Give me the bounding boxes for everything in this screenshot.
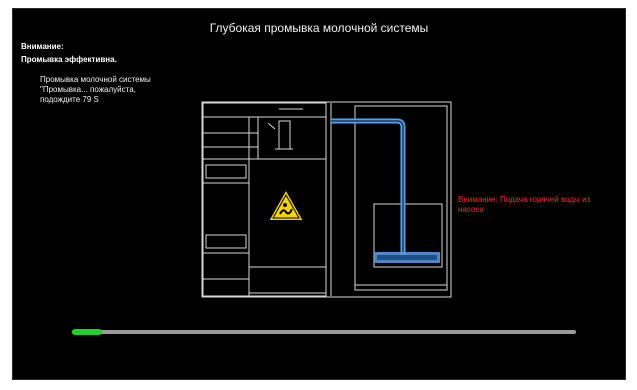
- milk-tube: [331, 118, 440, 263]
- hot-surface-warning-icon: [266, 186, 306, 222]
- progress-bar: [72, 329, 576, 335]
- warning-message: Внимание: Подача горячей воды из насоса: [458, 195, 591, 214]
- progress-fill: [72, 329, 102, 335]
- flush-screen: Глубокая промывка молочной системы Внима…: [12, 8, 626, 380]
